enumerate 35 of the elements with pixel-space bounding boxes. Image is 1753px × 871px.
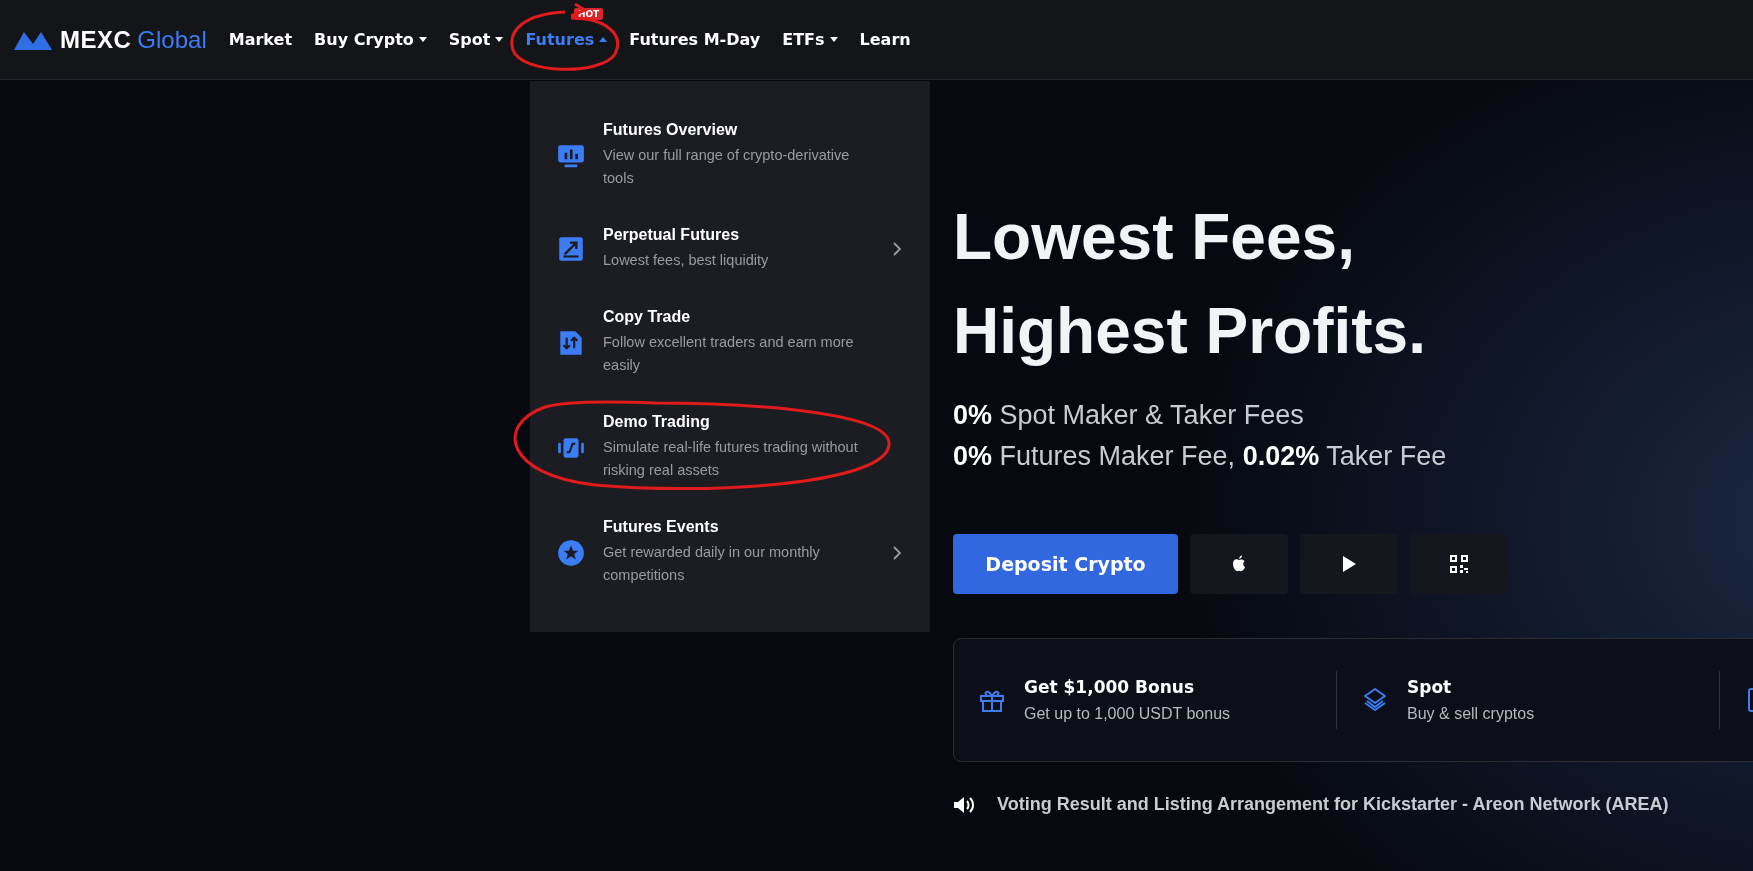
fee-text: 0% Futures Maker Fee, 0.02% Taker Fee bbox=[953, 441, 1448, 472]
announcement-text[interactable]: Voting Result and Listing Arrangement for Kickstarter - Areon Network (AREA) bbox=[997, 794, 1669, 815]
fee-text: 0% Spot Maker & Taker Fees bbox=[953, 400, 1305, 431]
menu-item-description: Simulate real-life futures trading without risking real assets bbox=[603, 438, 859, 480]
menu-item-description: Follow excellent traders and earn more easily bbox=[603, 333, 855, 375]
nav-item[interactable]: Futures M-Day bbox=[629, 30, 761, 49]
layers-icon bbox=[1361, 686, 1389, 714]
feature-subtitle: Buy & sell cryptos bbox=[1407, 705, 1535, 723]
feature-subtitle: Get up to 1,000 USDT bonus bbox=[1024, 705, 1231, 723]
nav-item[interactable]: Futures bbox=[525, 30, 608, 49]
nav-item[interactable]: ETFs bbox=[782, 30, 838, 49]
menu-item-title[interactable]: Copy Trade bbox=[603, 308, 875, 326]
deposit-button[interactable]: Deposit Crypto bbox=[953, 534, 1178, 594]
menu-item-description: View our full range of crypto-derivative tools bbox=[603, 146, 851, 188]
menu-item-title[interactable]: Futures Events bbox=[603, 518, 875, 536]
speaker-icon bbox=[953, 794, 975, 815]
logo-text[interactable]: MEXC bbox=[60, 25, 132, 54]
qr-code-button[interactable] bbox=[1410, 534, 1508, 594]
menu-item-description: Lowest fees, best liquidity bbox=[603, 251, 770, 270]
menu-item-description: Get rewarded daily in our monthly competitions bbox=[603, 543, 821, 585]
headline: Lowest Fees, bbox=[953, 200, 1356, 275]
menu-item-title[interactable]: Perpetual Futures bbox=[603, 226, 875, 244]
nav-item[interactable]: Learn bbox=[859, 30, 911, 49]
logo-suffix[interactable]: Global bbox=[137, 25, 207, 54]
arrow-square-icon bbox=[556, 234, 586, 264]
feature-title[interactable]: Get $1,000 Bonus bbox=[1024, 677, 1231, 697]
headline: Highest Profits. bbox=[953, 294, 1427, 369]
nav-item[interactable]: Spot bbox=[448, 30, 504, 49]
menu-item-title[interactable]: Demo Trading bbox=[603, 413, 875, 431]
feature-title[interactable]: Spot bbox=[1407, 677, 1535, 697]
app-store-button[interactable] bbox=[1190, 534, 1288, 594]
qr-code-icon bbox=[1449, 554, 1469, 574]
nav-item[interactable]: Market bbox=[228, 30, 293, 49]
menu-item-title[interactable]: Futures Overview bbox=[603, 121, 875, 139]
nav-item[interactable]: Buy Crypto bbox=[314, 30, 427, 49]
